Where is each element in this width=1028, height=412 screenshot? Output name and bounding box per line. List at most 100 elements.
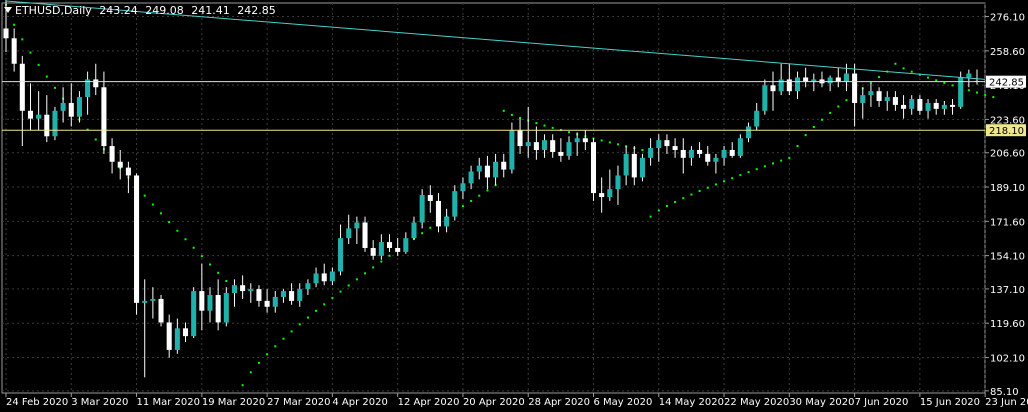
y-tick-label: 154.10 xyxy=(990,252,1025,263)
x-tick-label: 24 Feb 2020 xyxy=(6,397,68,408)
sar-dot xyxy=(543,124,546,127)
symbol-dropdown-icon[interactable] xyxy=(4,7,12,13)
candle-body xyxy=(468,171,474,184)
candle-body xyxy=(378,242,384,256)
sar-dot xyxy=(486,189,489,192)
x-tick-label: 4 Apr 2020 xyxy=(332,397,387,408)
price-chart[interactable]: 276.10258.60241.10223.60206.60189.10171.… xyxy=(0,0,1028,412)
sar-dot xyxy=(208,263,211,266)
sar-dot xyxy=(176,229,179,232)
sar-dot xyxy=(143,194,146,197)
candle-body xyxy=(558,151,564,156)
sar-dot xyxy=(812,126,815,129)
candle-body xyxy=(419,195,425,223)
candle-body xyxy=(688,149,694,158)
candle-body xyxy=(623,153,629,176)
candle-body xyxy=(966,73,972,78)
candle-body xyxy=(639,157,645,178)
candle-body xyxy=(289,291,295,301)
candle-body xyxy=(256,289,262,301)
candle-body xyxy=(386,242,393,248)
candle-body xyxy=(794,77,801,92)
sar-dot xyxy=(992,96,995,99)
y-tick-label: 102.10 xyxy=(990,354,1025,365)
last-price-label: 242.85 xyxy=(989,78,1024,89)
candle-body xyxy=(770,85,776,92)
candle-body xyxy=(599,193,605,198)
sar-dot xyxy=(780,159,783,162)
candle-body xyxy=(811,79,817,82)
x-tick-label: 15 Jun 2020 xyxy=(920,397,980,408)
sar-dot xyxy=(804,134,807,137)
support-price-label: 218.10 xyxy=(989,126,1024,137)
candle-body xyxy=(868,91,874,96)
sar-dot xyxy=(225,279,228,282)
candle-body xyxy=(590,142,597,194)
sar-dot xyxy=(984,93,987,96)
sar-dot xyxy=(641,148,644,151)
candle-body xyxy=(949,104,956,107)
sar-dot xyxy=(306,316,309,319)
sar-dot xyxy=(380,260,383,263)
candle-body xyxy=(550,140,556,152)
sar-dot xyxy=(747,171,750,174)
time-axis: 24 Feb 2020 3 Mar 2020 11 Mar 2020 19 Mar 2… xyxy=(5,393,1028,408)
candle-body xyxy=(313,273,319,284)
candle-body xyxy=(44,114,50,137)
sar-dot xyxy=(168,221,171,224)
candle-body xyxy=(403,238,409,252)
sar-dot xyxy=(323,303,326,306)
candle-body xyxy=(60,102,66,111)
candle-body xyxy=(68,102,74,117)
candle-body xyxy=(248,289,254,292)
candle-body xyxy=(427,195,433,201)
sar-dot xyxy=(698,190,701,193)
candle-body xyxy=(329,271,335,282)
x-tick-label: 19 Mar 2020 xyxy=(202,397,265,408)
candle-body xyxy=(501,161,507,170)
sar-dot xyxy=(837,105,840,108)
x-tick-label: 22 May 2020 xyxy=(724,397,789,408)
x-tick-label: 30 May 2020 xyxy=(789,397,854,408)
candle-body xyxy=(3,28,9,39)
sar-dot xyxy=(649,215,652,218)
candle-body xyxy=(860,95,866,103)
sar-dot xyxy=(257,361,260,364)
y-tick-label: 171.60 xyxy=(990,217,1025,228)
candle-body xyxy=(142,300,148,303)
candle-body xyxy=(199,291,205,311)
sar-dot xyxy=(151,203,154,206)
candle-body xyxy=(843,73,849,82)
candle-body xyxy=(754,110,760,127)
candle-body xyxy=(346,228,352,239)
candle-body xyxy=(648,148,654,158)
candle-body xyxy=(901,104,907,109)
candle-body xyxy=(158,298,164,323)
sar-dot xyxy=(290,330,293,333)
overlay-lines xyxy=(2,0,986,131)
candle-body xyxy=(876,91,882,101)
sar-dot xyxy=(347,284,350,287)
sar-dot xyxy=(951,84,954,87)
high-value: 249.08 xyxy=(145,4,184,17)
sar-dot xyxy=(600,139,603,142)
candle-body xyxy=(215,295,221,323)
y-tick-label: 189.10 xyxy=(990,183,1025,194)
candle-body xyxy=(917,99,923,111)
sar-dot xyxy=(739,174,742,177)
candle-body xyxy=(354,222,360,229)
candle-body xyxy=(231,285,238,294)
candle-body xyxy=(713,157,719,162)
sar-dot xyxy=(788,156,791,159)
x-tick-label: 14 May 2020 xyxy=(659,397,724,408)
candle-body xyxy=(207,295,213,311)
y-tick-label: 206.60 xyxy=(990,149,1025,160)
sar-dot xyxy=(388,254,391,257)
plot-frame xyxy=(1,2,986,394)
candle-body xyxy=(182,328,189,337)
candle-body xyxy=(737,138,743,156)
candle-body xyxy=(125,167,131,176)
candle-body xyxy=(272,296,278,307)
candle-body xyxy=(925,102,931,111)
candle-body xyxy=(884,97,890,101)
